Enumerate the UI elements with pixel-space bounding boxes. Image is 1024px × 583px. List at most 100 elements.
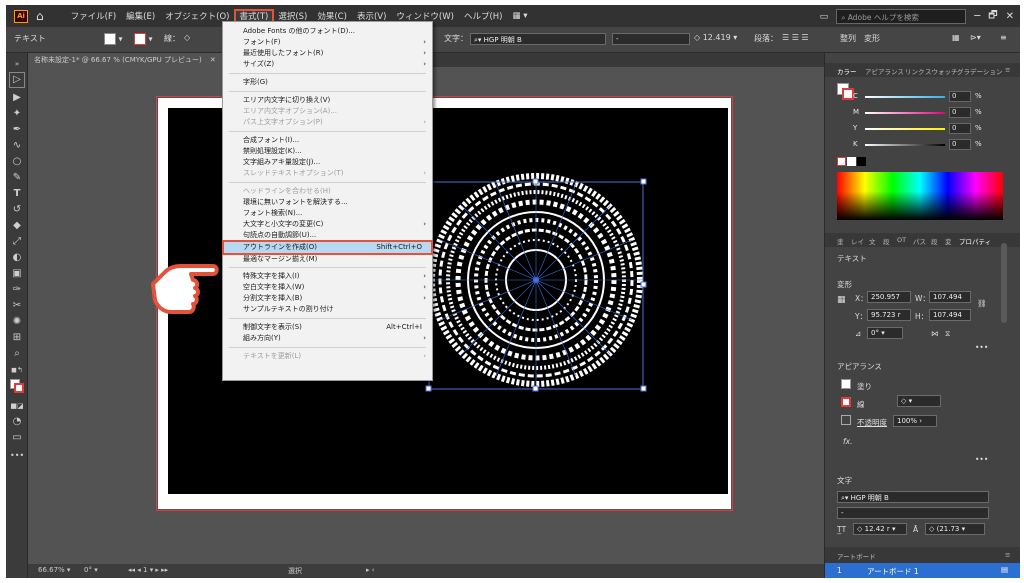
menu-item-kinsoku[interactable]: 禁則処理設定(K)... <box>223 146 432 157</box>
tab-paragraph-short[interactable]: 段 <box>883 236 890 246</box>
menu-item-optical-margin[interactable]: 最適なマージン揃え(M) <box>223 254 432 265</box>
menu-item-mojikumi[interactable]: 文字組みアキ量設定(J)... <box>223 157 432 168</box>
isolate-icon[interactable]: ⊳▾ <box>970 33 981 42</box>
tab-links[interactable]: リンク <box>905 66 925 76</box>
tab-layers-short[interactable]: レイ <box>851 236 864 246</box>
rotate-tool-icon[interactable]: ↺ <box>10 203 24 217</box>
leading-input[interactable]: ◇ (21.73 ▾ <box>925 523 985 535</box>
font-style-field[interactable]: - <box>612 33 690 45</box>
cyan-slider[interactable]: C 0% <box>837 91 1007 103</box>
properties-font-family-field[interactable]: ⌕▾ HGP 明朝 B <box>837 491 989 503</box>
more-tools-icon[interactable]: ••• <box>10 449 24 463</box>
blend-tool-icon[interactable]: ✂ <box>10 299 24 313</box>
slider-track[interactable] <box>865 128 945 130</box>
tab-transform-short[interactable]: 変 <box>945 236 952 246</box>
menu-item-create-outlines[interactable]: アウトラインを作成(O) Shift+Ctrl+O <box>222 240 433 255</box>
default-colors-icon[interactable]: ◼↰ <box>10 363 24 377</box>
yellow-slider[interactable]: Y 0% <box>837 123 1007 135</box>
screen-mode-icon[interactable]: ▭ <box>10 431 24 445</box>
tab-fill-short[interactable]: 塗 <box>837 236 844 246</box>
pen-tool-icon[interactable]: ✒ <box>10 123 24 137</box>
document-tab[interactable]: 名称未設定-1* @ 66.67 % (CMYK/GPU プレビュー) ✕ <box>28 53 222 67</box>
align-buttons[interactable]: ☰ ☰ ☰ <box>782 33 809 42</box>
none-white-black-swatches[interactable] <box>837 157 867 167</box>
stroke-color-swatch[interactable] <box>841 397 851 407</box>
close-window-button[interactable]: ✕ <box>1006 11 1014 22</box>
opacity-label[interactable]: 不透明度 <box>857 417 887 428</box>
symbol-sprayer-tool-icon[interactable]: ✺ <box>10 315 24 329</box>
menu-item-insert-whitespace[interactable]: 空白文字を挿入(W) › <box>223 282 432 293</box>
artboard-list-row[interactable]: 1 アートボード 1 ▤ <box>825 563 1020 578</box>
menu-item-size[interactable]: サイズ(Z) › <box>223 59 432 70</box>
tab-appearance-short[interactable]: アピアランス <box>865 66 904 76</box>
menu-item-recent-fonts[interactable]: 最近使用したフォント(R) › <box>223 48 432 59</box>
arrange-icon[interactable]: ▦ <box>952 33 960 42</box>
shape-builder-tool-icon[interactable]: ◐ <box>10 251 24 265</box>
channel-value-input[interactable]: 0 <box>949 123 971 134</box>
panel-toggle-icon[interactable]: ▭ <box>820 12 829 22</box>
tab-pathfinder-short[interactable]: パス <box>913 236 926 246</box>
font-family-field[interactable]: ⌕▾ HGP 明朝 B <box>470 33 606 45</box>
fill-color-swatch[interactable] <box>841 379 851 389</box>
appearance-more-button[interactable]: ••• <box>975 455 988 464</box>
slider-track[interactable] <box>865 112 945 114</box>
properties-font-style-field[interactable]: - <box>837 507 989 519</box>
selection-tool-icon[interactable]: ▷ <box>9 72 25 88</box>
color-mode-icon[interactable]: ■◪ <box>10 399 24 413</box>
menu-item-font[interactable]: フォント(F) › <box>223 37 432 48</box>
black-slider[interactable]: K 0% <box>837 139 1007 151</box>
artboard-options-icon[interactable]: ▤ <box>1001 565 1008 574</box>
magenta-slider[interactable]: M 0% <box>837 107 1007 119</box>
workspace-switcher[interactable]: ▦ ▾ <box>507 11 532 21</box>
menu-item-smart-punctuation[interactable]: 句読点の自動調節(U)... <box>223 230 432 241</box>
reference-point-icon[interactable]: ▦ <box>837 295 846 305</box>
menu-item-convert-area-type[interactable]: エリア内文字に切り換え(V) <box>223 95 432 106</box>
panel-menu-icon[interactable]: ≡ <box>1005 66 1010 74</box>
fx-icon[interactable]: fx. <box>843 437 852 446</box>
channel-value-input[interactable]: 0 <box>949 107 971 118</box>
tab-character-short[interactable]: 文 <box>869 236 876 246</box>
y-position-input[interactable]: 95.723 r <box>867 309 911 321</box>
fill-stroke-icon[interactable] <box>10 379 24 393</box>
properties-font-size-input[interactable]: ◇ 12.42 r ▾ <box>853 523 907 535</box>
character-label[interactable]: 文字： <box>444 33 468 44</box>
stroke-weight-stepper[interactable]: ◇ <box>184 33 190 42</box>
menu-item-glyphs[interactable]: 字形(G) <box>223 77 432 88</box>
x-position-input[interactable]: 250.957 <box>867 291 911 303</box>
slider-track[interactable] <box>865 96 945 98</box>
curvature-tool-icon[interactable]: ∿ <box>10 139 24 153</box>
panel-collapse-icon[interactable]: » <box>10 57 24 71</box>
artboard-navigator[interactable]: ◂◂ ◂ 1 ▾ ▸ ▸▸ <box>128 566 168 574</box>
eyedropper-tool-icon[interactable]: ✑ <box>10 283 24 297</box>
tab-gradient[interactable]: グラデーション <box>957 66 1002 76</box>
control-menu-icon[interactable]: ≡ <box>1000 33 1007 42</box>
tab-opentype-short[interactable]: OT <box>897 236 906 244</box>
stroke-weight-input[interactable]: ◇ ▾ <box>897 395 941 407</box>
paragraph-label[interactable]: 段落： <box>754 33 778 44</box>
menu-item-resolve-missing-fonts[interactable]: 環境に無いフォントを解決する... <box>223 197 432 208</box>
transform-more-button[interactable]: ••• <box>975 343 988 352</box>
color-spectrum-bar[interactable] <box>837 172 1003 220</box>
channel-value-input[interactable]: 0 <box>949 139 971 150</box>
tab-swatches[interactable]: スウォッチ <box>925 66 958 76</box>
menu-item-fill-placeholder-text[interactable]: サンプルテキストの割り付け <box>223 304 432 315</box>
eraser-tool-icon[interactable]: ◆ <box>10 219 24 233</box>
constrain-proportions-icon[interactable]: ⛓ <box>977 299 987 308</box>
rotate-angle-input[interactable]: 0° ▾ <box>867 327 903 339</box>
status-arrow-icon[interactable]: ▸ ‹ <box>366 566 375 574</box>
menu-item-type-orientation[interactable]: 組み方向(Y) › <box>223 333 432 344</box>
paintbrush-tool-icon[interactable]: ✎ <box>10 171 24 185</box>
menu-help[interactable]: ヘルプ(H) <box>459 10 508 22</box>
flip-horizontal-icon[interactable]: ⋈ <box>931 329 939 338</box>
menu-item-find-font[interactable]: フォント検索(N)... <box>223 208 432 219</box>
document-close-icon[interactable]: ✕ <box>210 56 216 64</box>
height-input[interactable]: 107.494 <box>929 309 971 321</box>
home-icon[interactable]: ⌂ <box>36 9 44 23</box>
properties-scrollbar[interactable] <box>1001 243 1007 323</box>
magic-wand-tool-icon[interactable]: ✦ <box>10 107 24 121</box>
menu-item-show-hidden-chars[interactable]: 制御文字を表示(S) Alt+Ctrl+I <box>223 322 432 333</box>
transform-panel-link[interactable]: 変形 <box>864 33 880 44</box>
draw-mode-icon[interactable]: ◔ <box>10 415 24 429</box>
zoom-tool-icon[interactable]: ⌕ <box>10 347 24 361</box>
menu-item-insert-special-char[interactable]: 特殊文字を挿入(I) › <box>223 271 432 282</box>
